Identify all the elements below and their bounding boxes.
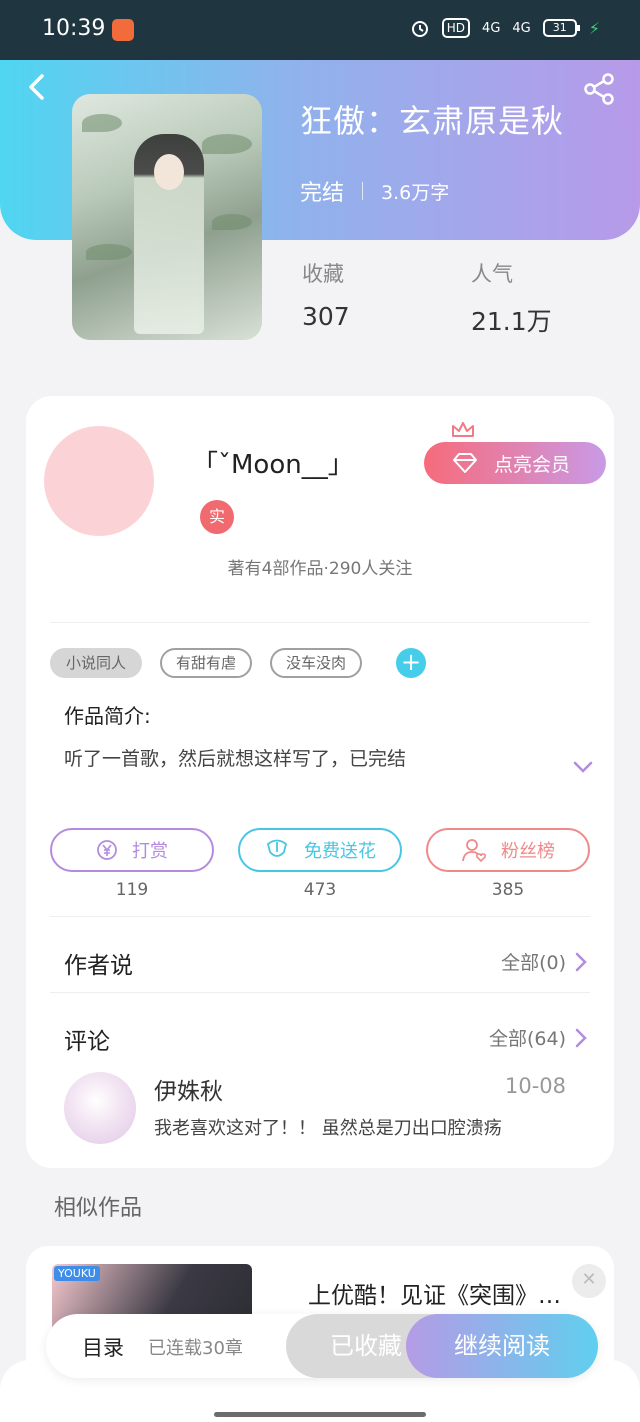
tag-item[interactable]: 没车没肉: [270, 648, 363, 678]
chevron-right-icon: [575, 1028, 587, 1047]
chevron-down-icon[interactable]: [572, 756, 594, 778]
close-icon[interactable]: ✕: [572, 1264, 606, 1298]
action-buttons: 打赏 119 免费送花 473 粉丝榜 385: [50, 828, 590, 900]
share-icon[interactable]: [582, 72, 616, 106]
tag-item[interactable]: 小说同人: [50, 648, 143, 678]
alarm-icon: [411, 21, 428, 37]
user-heart-icon: [462, 839, 487, 863]
flower-action: 免费送花 473: [238, 828, 402, 900]
commenter-avatar[interactable]: [64, 1072, 136, 1144]
free-flower-button[interactable]: 免费送花: [238, 828, 402, 872]
tag-list: 小说同人 有甜有虐 没车没肉 +: [50, 648, 427, 678]
favorites-stat: 收藏 307: [302, 258, 350, 331]
serial-info: 已连载30章: [148, 1338, 243, 1359]
book-detail-card: 「ˇMoon__」 实 点亮会员 著有4部作品·290人关注 小说同人 有甜有虐…: [26, 396, 614, 1168]
author-name[interactable]: 「ˇMoon__」: [192, 444, 354, 481]
vip-membership-button[interactable]: 点亮会员: [424, 442, 606, 484]
status-bar: 10:39 HD 4G 4G 31 ⚡: [0, 0, 640, 60]
comment-date: 10-08: [504, 1074, 566, 1098]
author-avatar[interactable]: [44, 426, 154, 536]
signal-4g-icon-2: 4G: [512, 20, 531, 36]
add-tag-button[interactable]: +: [396, 648, 427, 678]
fans-action: 粉丝榜 385: [426, 828, 590, 900]
book-cover[interactable]: [72, 94, 262, 340]
flower-label: 免费送花: [304, 841, 376, 862]
toc-button[interactable]: 目录: [82, 1332, 124, 1362]
verified-badge: 实: [200, 500, 234, 534]
favorites-value: 307: [302, 302, 350, 331]
youku-logo: YOUKU: [54, 1266, 100, 1281]
fans-label: 粉丝榜: [501, 841, 555, 862]
divider: [362, 182, 364, 200]
intro-title: 作品简介:: [64, 704, 151, 728]
crown-icon: [452, 422, 474, 437]
popularity-label: 人气: [471, 262, 513, 286]
comments-title: 评论: [64, 1029, 110, 1055]
author-says-link[interactable]: 全部(0): [501, 948, 588, 975]
yuan-icon: [97, 840, 117, 860]
divider: [50, 992, 590, 993]
comments-link[interactable]: 全部(64): [489, 1024, 588, 1051]
app-notification-icon: [112, 19, 134, 41]
popularity-stat: 人气 21.1万: [471, 258, 552, 338]
book-meta: 完结 3.6万字: [300, 175, 449, 207]
charging-icon: ⚡: [588, 18, 600, 38]
continue-reading-button[interactable]: 继续阅读: [406, 1314, 598, 1378]
flower-icon: [266, 839, 288, 857]
battery-icon: 31: [542, 19, 580, 37]
book-status: 完结: [300, 181, 345, 206]
author-says-title: 作者说: [64, 953, 133, 979]
tag-item[interactable]: 有甜有虐: [160, 648, 253, 678]
author-says-all: 全部(0): [501, 952, 566, 974]
status-icons: HD 4G 4G 31 ⚡: [410, 18, 600, 38]
reward-action: 打赏 119: [50, 828, 214, 900]
diamond-icon: [453, 453, 477, 473]
status-time: 10:39: [42, 16, 106, 41]
reward-button[interactable]: 打赏: [50, 828, 214, 872]
comment-text[interactable]: 我老喜欢这对了！！ 虽然总是刀出口腔溃疡: [154, 1114, 502, 1140]
fans-count: 385: [491, 880, 525, 900]
author-works-info: 著有4部作品·290人关注: [227, 559, 413, 579]
vip-button-label: 点亮会员: [494, 453, 571, 476]
flower-count: 473: [303, 880, 337, 900]
comments-all: 全部(64): [488, 1028, 566, 1050]
hd-icon: HD: [441, 18, 471, 38]
bottom-action-bar: 目录 已连载30章 已收藏 继续阅读: [46, 1314, 598, 1378]
chevron-right-icon: [575, 952, 587, 971]
book-word-count: 3.6万字: [381, 181, 450, 204]
signal-4g-icon: 4G: [482, 20, 501, 36]
back-icon[interactable]: [22, 72, 52, 102]
reward-count: 119: [115, 880, 149, 900]
intro-text: 听了一首歌，然后就想这样写了，已完结: [64, 748, 407, 770]
divider: [50, 622, 590, 623]
ad-text[interactable]: 上优酷！见证《突围》…: [308, 1276, 561, 1310]
fans-ranking-button[interactable]: 粉丝榜: [426, 828, 590, 872]
commenter-name[interactable]: 伊姝秋: [154, 1072, 223, 1106]
reward-label: 打赏: [132, 841, 168, 862]
divider: [50, 916, 590, 917]
home-indicator[interactable]: [214, 1412, 426, 1417]
book-title: 狂傲：玄肃原是秋: [300, 102, 565, 140]
favorites-label: 收藏: [302, 262, 344, 286]
popularity-value: 21.1万: [471, 307, 552, 336]
similar-works-title: 相似作品: [54, 1196, 143, 1221]
